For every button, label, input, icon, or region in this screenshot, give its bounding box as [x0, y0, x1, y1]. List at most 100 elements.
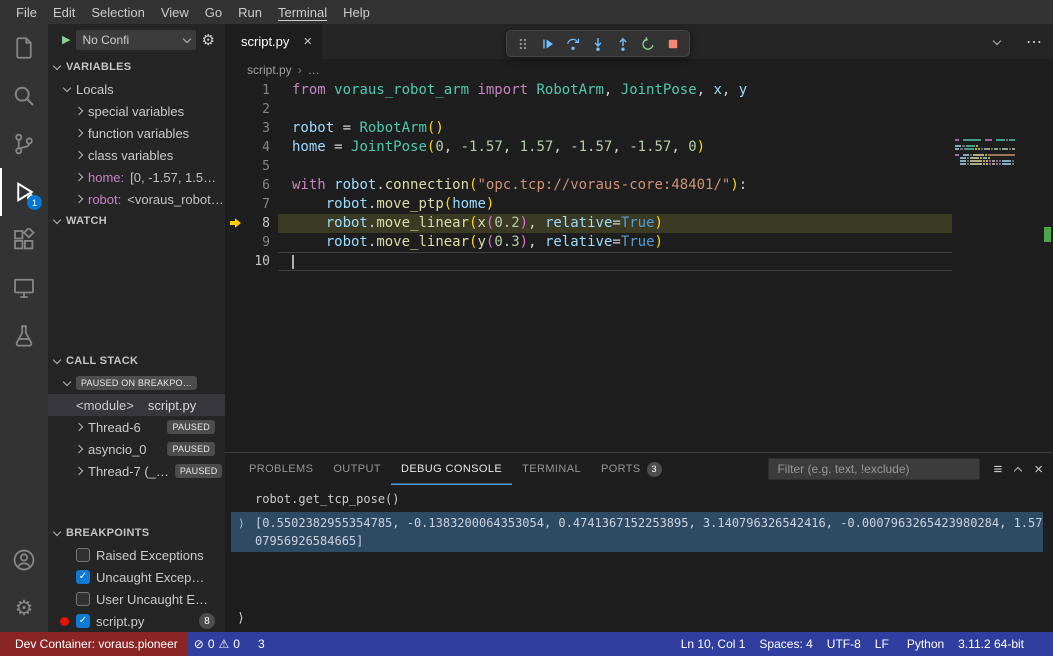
variable-row[interactable]: robot:<voraus_robot…: [48, 188, 225, 210]
indentation-status[interactable]: Spaces: 4: [752, 632, 819, 656]
breakpoints-section-header[interactable]: BREAKPOINTS: [48, 522, 225, 544]
breadcrumb-file[interactable]: script.py: [247, 63, 292, 77]
filter-lines-icon[interactable]: ≡: [993, 462, 1002, 477]
console-input-prompt[interactable]: ⟩: [237, 611, 245, 626]
menu-item-terminal[interactable]: Terminal: [270, 3, 335, 22]
line-gutter[interactable]: 3: [225, 119, 278, 138]
line-content[interactable]: robot = RobotArm(): [278, 119, 952, 138]
line-content[interactable]: robot.move_linear(y(0.3), relative=True): [278, 233, 952, 252]
close-tab-icon[interactable]: ×: [303, 34, 312, 49]
line-content[interactable]: [278, 100, 952, 119]
activity-explorer[interactable]: [0, 24, 48, 72]
breakpoint-checkbox[interactable]: ✓: [76, 570, 90, 584]
encoding-status[interactable]: UTF-8: [820, 632, 868, 656]
activity-accounts[interactable]: [0, 536, 48, 584]
eol-status[interactable]: LF: [868, 632, 896, 656]
breakpoint-checkbox[interactable]: [76, 548, 90, 562]
line-content[interactable]: robot.move_linear(x(0.2), relative=True): [278, 214, 952, 233]
tab-script-py[interactable]: script.py ×: [225, 24, 322, 59]
watch-section-header[interactable]: WATCH: [48, 210, 225, 232]
menu-item-file[interactable]: File: [8, 3, 45, 22]
run-python-file-button[interactable]: [992, 41, 1000, 44]
start-debugging-icon[interactable]: ▶: [62, 35, 70, 46]
line-content[interactable]: [278, 252, 952, 271]
menu-item-help[interactable]: Help: [335, 3, 378, 22]
python-interpreter-status[interactable]: 3.11.2 64-bit: [951, 632, 1031, 656]
continue-button[interactable]: [537, 33, 559, 55]
line-gutter[interactable]: 5: [225, 157, 278, 176]
variables-section-header[interactable]: VARIABLES: [48, 56, 225, 78]
debug-gear-icon[interactable]: ⚙: [202, 33, 215, 48]
step-over-button[interactable]: [562, 33, 584, 55]
variable-row[interactable]: special variables: [48, 100, 225, 122]
activity-extensions[interactable]: [0, 216, 48, 264]
line-content[interactable]: from voraus_robot_arm import RobotArm, J…: [278, 81, 952, 100]
restart-button[interactable]: [637, 33, 659, 55]
debug-config-picker[interactable]: No Confi: [76, 30, 195, 50]
line-content[interactable]: with robot.connection("opc.tcp://voraus-…: [278, 176, 952, 195]
code-line[interactable]: 10: [225, 252, 1053, 271]
activity-remote-explorer[interactable]: [0, 264, 48, 312]
code-line[interactable]: 5: [225, 157, 1053, 176]
code-line[interactable]: 6with robot.connection("opc.tcp://voraus…: [225, 176, 1053, 195]
debug-console[interactable]: robot.get_tcp_pose() ⟩ [0.55023829553547…: [225, 485, 1053, 632]
code-line[interactable]: 9 robot.move_linear(y(0.3), relative=Tru…: [225, 233, 1053, 252]
more-actions-icon[interactable]: ⋯: [1026, 32, 1043, 52]
breakpoint-row[interactable]: ✓script.py8: [48, 610, 225, 632]
code-line[interactable]: 3robot = RobotArm(): [225, 119, 1053, 138]
code-line[interactable]: 8 robot.move_linear(x(0.2), relative=Tru…: [225, 214, 1053, 233]
stack-frame-row[interactable]: Thread-6PAUSED: [48, 416, 225, 438]
panel-tab-output[interactable]: OUTPUT: [323, 453, 391, 485]
code-line[interactable]: 1from voraus_robot_arm import RobotArm, …: [225, 81, 1053, 100]
menu-item-run[interactable]: Run: [230, 3, 270, 22]
breadcrumb[interactable]: script.py › …: [225, 59, 1053, 81]
line-gutter[interactable]: 9: [225, 233, 278, 252]
step-out-button[interactable]: [612, 33, 634, 55]
panel-tab-terminal[interactable]: TERMINAL: [512, 453, 591, 485]
activity-source-control[interactable]: [0, 120, 48, 168]
code-editor[interactable]: 1from voraus_robot_arm import RobotArm, …: [225, 81, 1053, 452]
menu-item-edit[interactable]: Edit: [45, 3, 83, 22]
stack-frame-row[interactable]: Thread-7 (_…PAUSED: [48, 460, 225, 482]
variable-row[interactable]: class variables: [48, 144, 225, 166]
language-mode-status[interactable]: Python: [896, 632, 951, 656]
line-content[interactable]: home = JointPose(0, -1.57, 1.57, -1.57, …: [278, 138, 952, 157]
variable-row[interactable]: function variables: [48, 122, 225, 144]
code-line[interactable]: 2: [225, 100, 1053, 119]
code-line[interactable]: 7 robot.move_ptp(home): [225, 195, 1053, 214]
line-gutter[interactable]: 10: [225, 252, 278, 271]
problems-status[interactable]: ⊘ 0 ⚠ 0: [187, 632, 247, 656]
debug-status[interactable]: [272, 632, 286, 656]
panel-tab-ports[interactable]: PORTS3: [591, 453, 672, 485]
line-gutter[interactable]: 4: [225, 138, 278, 157]
panel-tab-problems[interactable]: PROBLEMS: [239, 453, 323, 485]
breakpoint-row[interactable]: Raised Exceptions: [48, 544, 225, 566]
console-result[interactable]: ⟩ [0.5502382955354785, -0.13832000643530…: [231, 512, 1043, 552]
step-into-button[interactable]: [587, 33, 609, 55]
notifications-bell-icon[interactable]: [1031, 632, 1045, 656]
activity-search[interactable]: [0, 72, 48, 120]
breakpoint-row[interactable]: ✓Uncaught Excep…: [48, 566, 225, 588]
stop-button[interactable]: [662, 33, 684, 55]
line-gutter[interactable]: 7: [225, 195, 278, 214]
console-filter-input[interactable]: [768, 458, 980, 480]
line-gutter[interactable]: 6: [225, 176, 278, 195]
breakpoint-checkbox[interactable]: ✓: [76, 614, 90, 628]
menu-item-selection[interactable]: Selection: [83, 3, 152, 22]
maximize-panel-icon[interactable]: [1014, 466, 1022, 474]
breadcrumb-rest[interactable]: …: [308, 63, 320, 77]
panel-tab-debug-console[interactable]: DEBUG CONSOLE: [391, 453, 512, 485]
line-gutter[interactable]: 2: [225, 100, 278, 119]
breakpoint-row[interactable]: User Uncaught E…: [48, 588, 225, 610]
line-gutter[interactable]: 1: [225, 81, 278, 100]
minimap[interactable]: [955, 139, 1015, 169]
line-gutter[interactable]: 8: [225, 214, 278, 233]
activity-testing[interactable]: [0, 312, 48, 360]
remote-indicator[interactable]: Dev Container: voraus.pioneer: [0, 632, 187, 656]
menu-item-go[interactable]: Go: [197, 3, 230, 22]
stack-frame-row[interactable]: asyncio_0PAUSED: [48, 438, 225, 460]
breakpoint-checkbox[interactable]: [76, 592, 90, 606]
activity-run-and-debug[interactable]: 1: [0, 168, 48, 216]
forwarded-ports-status[interactable]: 3: [247, 632, 272, 656]
stack-frame-row[interactable]: <module>script.py: [48, 394, 225, 416]
